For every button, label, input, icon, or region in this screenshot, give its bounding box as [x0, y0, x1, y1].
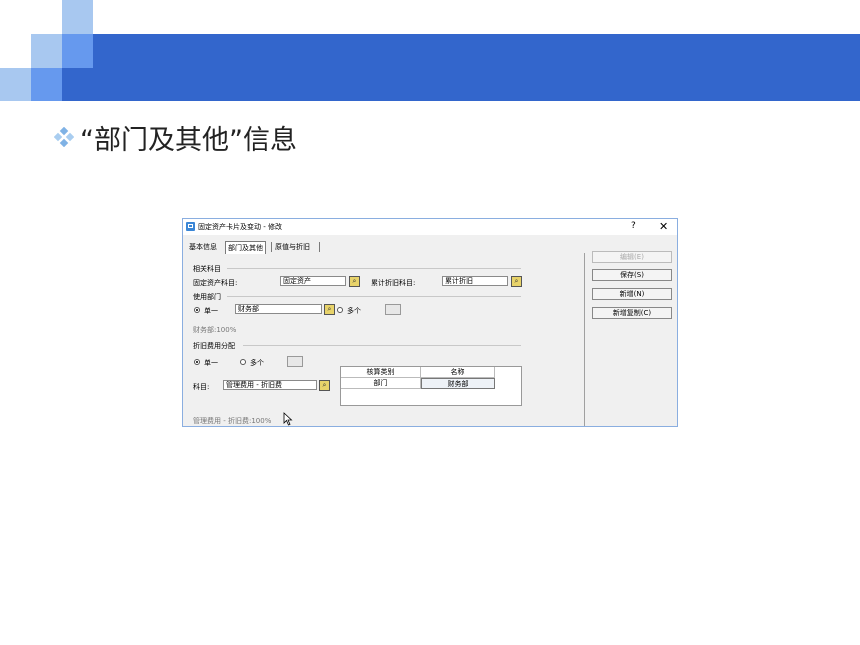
- department-multi-button[interactable]: [385, 304, 401, 315]
- section-divider: [243, 345, 521, 346]
- dep-account-lookup-button[interactable]: ⌕: [511, 276, 522, 287]
- tab-separator: [271, 242, 272, 252]
- close-icon[interactable]: ✕: [659, 220, 668, 233]
- grid-cell-category[interactable]: 部门: [341, 378, 421, 389]
- allocation-summary: 管理费用 - 折旧费:100%: [193, 417, 272, 425]
- tab-department-other[interactable]: 部门及其他: [225, 241, 266, 254]
- add-button[interactable]: 新增(N): [592, 288, 672, 300]
- department-single-radio[interactable]: [194, 307, 200, 313]
- department-field[interactable]: 财务部: [235, 304, 322, 314]
- asset-account-lookup-button[interactable]: ⌕: [349, 276, 360, 287]
- allocation-account-lookup-button[interactable]: ⌕: [319, 380, 330, 391]
- asset-card-dialog: 固定资产卡片及变动 - 修改 ? ✕ 基本信息 部门及其他 原值与折旧 相关科目…: [182, 218, 678, 427]
- deco-square: [31, 68, 62, 101]
- asset-account-label: 固定资产科目:: [193, 279, 238, 287]
- mouse-cursor-icon: [283, 412, 293, 426]
- grid-header-category: 核算类别: [341, 367, 421, 378]
- allocation-single-label: 单一: [204, 359, 218, 367]
- allocation-multi-label: 多个: [250, 359, 264, 367]
- allocation-single-radio[interactable]: [194, 359, 200, 365]
- allocation-grid: 核算类别 名称 部门 财务部: [340, 366, 522, 406]
- department-multi-radio[interactable]: [337, 307, 343, 313]
- asset-account-field[interactable]: 固定资产: [280, 276, 346, 286]
- tab-separator: [319, 242, 320, 252]
- related-accounts-heading: 相关科目: [193, 265, 221, 273]
- allocation-account-field[interactable]: 管理费用 - 折旧费: [223, 380, 317, 390]
- department-single-label: 单一: [204, 307, 218, 315]
- tab-original-value-depreciation[interactable]: 原值与折旧: [273, 241, 312, 253]
- department-summary: 财务部:100%: [193, 326, 237, 334]
- grid-header-name: 名称: [421, 367, 495, 378]
- header-banner: [62, 34, 860, 101]
- deco-square: [62, 0, 93, 34]
- deco-square: [31, 34, 62, 68]
- app-icon: [186, 222, 195, 231]
- department-lookup-button[interactable]: ⌕: [324, 304, 335, 315]
- save-button[interactable]: 保存(S): [592, 269, 672, 281]
- allocation-account-label: 科目:: [193, 383, 210, 391]
- tab-basic-info[interactable]: 基本信息: [187, 241, 219, 253]
- slide-title: “部门及其他”信息: [80, 125, 297, 156]
- allocation-heading: 折旧费用分配: [193, 342, 235, 350]
- deco-square: [0, 68, 31, 101]
- title-bar: 固定资产卡片及变动 - 修改 ? ✕: [183, 219, 677, 235]
- department-heading: 使用部门: [193, 293, 221, 301]
- help-icon[interactable]: ?: [631, 221, 636, 231]
- diamond-bullet-icon: [54, 127, 74, 147]
- dep-account-field[interactable]: 累计折旧: [442, 276, 508, 286]
- section-divider: [227, 296, 521, 297]
- deco-square: [62, 34, 93, 68]
- section-divider: [227, 268, 521, 269]
- allocation-multi-button[interactable]: [287, 356, 303, 367]
- allocation-multi-radio[interactable]: [240, 359, 246, 365]
- add-copy-button[interactable]: 新增复制(C): [592, 307, 672, 319]
- dep-account-label: 累计折旧科目:: [371, 279, 416, 287]
- window-title: 固定资产卡片及变动 - 修改: [198, 223, 282, 231]
- grid-cell-name[interactable]: 财务部: [421, 378, 495, 389]
- vertical-separator: [584, 253, 585, 426]
- department-multi-label: 多个: [347, 307, 361, 315]
- edit-button[interactable]: 编辑(E): [592, 251, 672, 263]
